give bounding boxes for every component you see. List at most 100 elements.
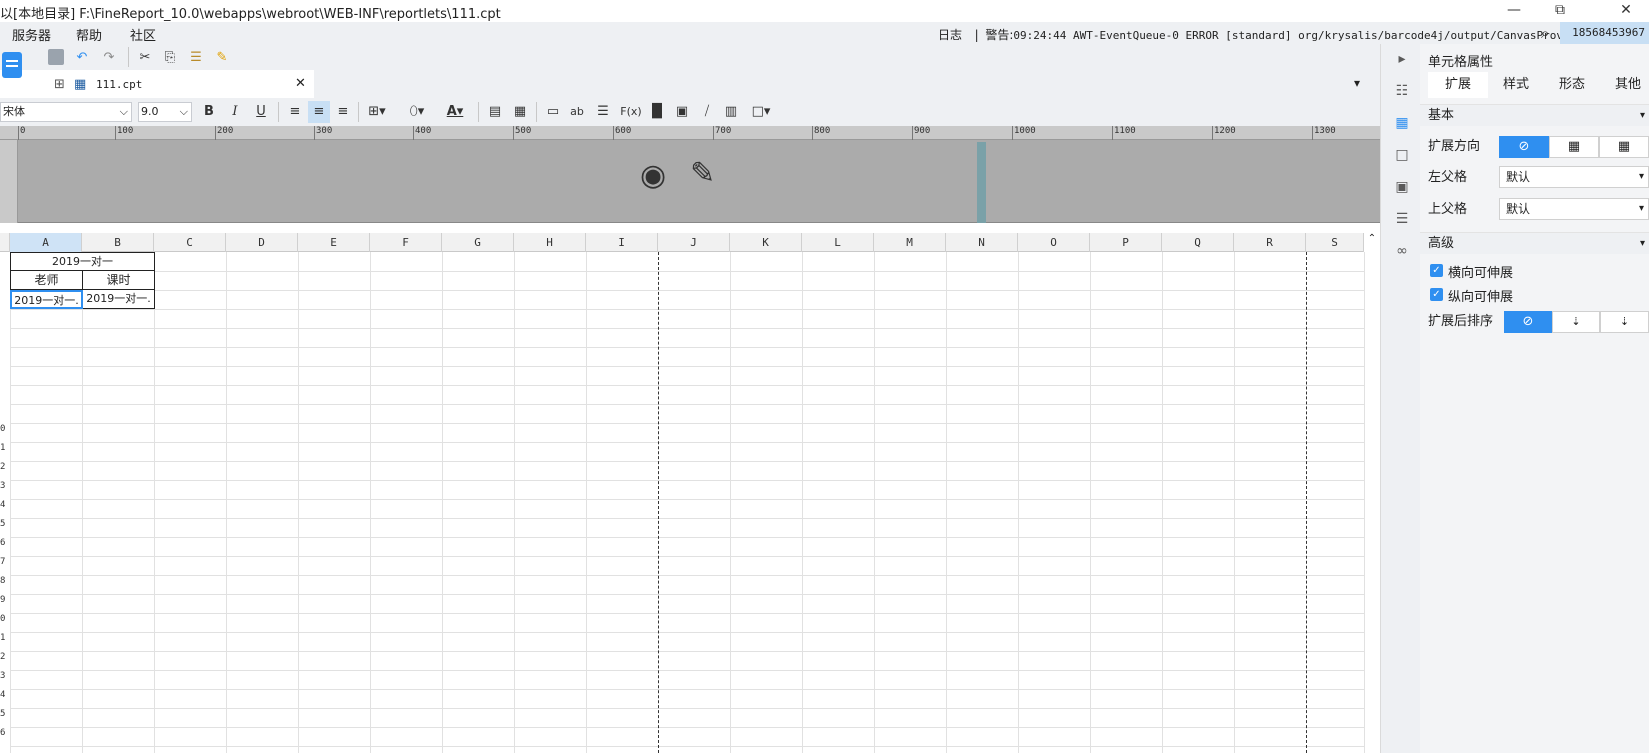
column-header-m[interactable]: M (874, 233, 946, 252)
subreport-icon[interactable]: ▥ (720, 101, 742, 123)
tab-menu-icon[interactable]: ▾ (1354, 76, 1360, 90)
column-header-d[interactable]: D (226, 233, 298, 252)
split-cells-icon[interactable]: ▦ (509, 101, 531, 123)
row-number[interactable]: 6 (0, 728, 10, 738)
horizontal-expand-checkbox[interactable]: ✓ (1430, 264, 1443, 277)
font-size-select[interactable]: 9.0 ⌵ (138, 102, 192, 122)
font-name-select[interactable]: 宋体 ⌵ (0, 102, 132, 122)
new-report-icon[interactable] (0, 52, 24, 88)
log-label[interactable]: 日志 (938, 28, 962, 42)
border-icon[interactable]: ⊞▾ (362, 101, 392, 123)
tab-111-cpt[interactable]: ⊞ ▦ 111.cpt ✕ (44, 70, 314, 98)
user-account[interactable]: 18568453967 (1560, 22, 1649, 44)
hide-eye-icon[interactable]: ◉ (640, 158, 666, 193)
row-number[interactable]: 0 (0, 424, 10, 434)
widget-icon[interactable]: ▣ (1391, 176, 1413, 198)
sort-none-button[interactable]: ⊘ (1504, 311, 1552, 333)
condition-icon[interactable]: ☰ (1391, 208, 1413, 230)
redo-icon[interactable]: ↷ (98, 47, 120, 69)
row-number[interactable]: 5 (0, 709, 10, 719)
column-header-l[interactable]: L (802, 233, 874, 252)
sort-ascending-button[interactable]: ⇣ (1552, 311, 1600, 333)
column-header-s[interactable]: S (1306, 233, 1364, 252)
cell-a1-merged[interactable]: 2019一对一 (10, 252, 155, 271)
expand-none-button[interactable]: ⊘ (1499, 136, 1549, 158)
column-header-r[interactable]: R (1234, 233, 1306, 252)
page-header-area[interactable]: ◉ ✎ (0, 140, 1380, 223)
cut-icon[interactable]: ✂ (134, 47, 156, 69)
column-header-n[interactable]: N (946, 233, 1018, 252)
row-number[interactable]: 1 (0, 443, 10, 453)
column-header-f[interactable]: F (370, 233, 442, 252)
row-number[interactable]: 0 (0, 614, 10, 624)
text-icon[interactable]: ab (566, 101, 588, 123)
italic-button[interactable]: I (224, 101, 246, 123)
vertical-expand-checkbox[interactable]: ✓ (1430, 288, 1443, 301)
menu-server[interactable]: 服务器 (12, 25, 51, 44)
expand-horizontal-button[interactable]: ▦ (1599, 136, 1649, 158)
search-icon[interactable]: ⌕ (1541, 24, 1549, 42)
expand-vertical-button[interactable]: ▦ (1549, 136, 1599, 158)
page-boundary-marker[interactable] (977, 142, 986, 223)
section-advanced[interactable]: 高级 ▾ (1420, 232, 1649, 254)
copy-icon[interactable]: ⎘ (159, 47, 181, 69)
restore-button[interactable]: ⧉ (1537, 0, 1583, 22)
collapse-arrow-icon[interactable]: ▸ (1391, 48, 1413, 70)
undo-icon[interactable]: ↶ (71, 47, 93, 69)
row-number[interactable]: 1 (0, 633, 10, 643)
tab-form[interactable]: 形态 (1544, 72, 1600, 98)
row-number[interactable]: 2 (0, 462, 10, 472)
image-icon[interactable]: ▣ (671, 101, 693, 123)
row-number[interactable]: 5 (0, 519, 10, 529)
slash-icon[interactable]: ⧸ (696, 101, 718, 123)
menu-community[interactable]: 社区 (130, 25, 156, 44)
cell-a2[interactable]: 老师 (10, 271, 83, 290)
column-header-e[interactable]: E (298, 233, 370, 252)
layout-icon[interactable]: ☷ (1391, 80, 1413, 102)
paste-icon[interactable]: ☰ (185, 47, 207, 69)
tab-other[interactable]: 其他 (1600, 72, 1649, 98)
merge-cells-icon[interactable]: ▤ (484, 101, 506, 123)
column-header-o[interactable]: O (1018, 233, 1090, 252)
bold-button[interactable]: B (198, 101, 220, 123)
hyperlink-icon[interactable]: ∞ (1391, 240, 1413, 262)
column-header-k[interactable]: K (730, 233, 802, 252)
row-number[interactable]: 3 (0, 671, 10, 681)
crop-icon[interactable]: □ (1391, 144, 1413, 166)
insert-line-icon[interactable]: ▭ (542, 101, 564, 123)
row-number[interactable]: 6 (0, 538, 10, 548)
column-header-c[interactable]: C (154, 233, 226, 252)
align-center-icon[interactable]: ≡ (308, 101, 330, 123)
sort-descending-button[interactable]: ⇣ (1600, 311, 1649, 333)
left-parent-select[interactable]: 默认 ▾ (1499, 166, 1649, 188)
section-basic[interactable]: 基本 ▾ (1420, 104, 1649, 126)
font-color-icon[interactable]: A▾ (440, 101, 470, 123)
row-number[interactable]: 4 (0, 500, 10, 510)
column-header-a[interactable]: A (10, 233, 82, 252)
log-bar[interactable]: 日志 | 警告:09:24:44 AWT-EventQueue-0 ERROR … (938, 26, 1590, 43)
column-header-p[interactable]: P (1090, 233, 1162, 252)
cell-element-icon[interactable]: □▾ (746, 101, 776, 123)
row-number[interactable]: 2 (0, 652, 10, 662)
column-header-g[interactable]: G (442, 233, 514, 252)
column-header-q[interactable]: Q (1162, 233, 1234, 252)
row-number[interactable]: 8 (0, 576, 10, 586)
minimize-button[interactable]: — (1491, 0, 1537, 22)
top-parent-select[interactable]: 默认 ▾ (1499, 198, 1649, 220)
format-painter-icon[interactable]: ✎ (211, 47, 233, 69)
align-right-icon[interactable]: ≡ (332, 101, 354, 123)
column-header-b[interactable]: B (82, 233, 154, 252)
menu-help[interactable]: 帮助 (76, 25, 102, 44)
row-number[interactable]: 3 (0, 481, 10, 491)
scroll-up-icon[interactable]: ⌃ (1364, 233, 1380, 252)
tab-expand[interactable]: 扩展 (1428, 72, 1488, 98)
row-number[interactable]: 4 (0, 690, 10, 700)
cell-b3[interactable]: 2019一对一. (83, 290, 155, 309)
tab-style[interactable]: 样式 (1488, 72, 1544, 98)
close-button[interactable]: ✕ (1603, 0, 1649, 22)
row-number[interactable]: 7 (0, 557, 10, 567)
edit-pencil-icon[interactable]: ✎ (690, 156, 715, 191)
save-icon[interactable] (48, 49, 64, 65)
cell-properties-icon[interactable]: ▦ (1391, 112, 1413, 134)
column-header-h[interactable]: H (514, 233, 586, 252)
